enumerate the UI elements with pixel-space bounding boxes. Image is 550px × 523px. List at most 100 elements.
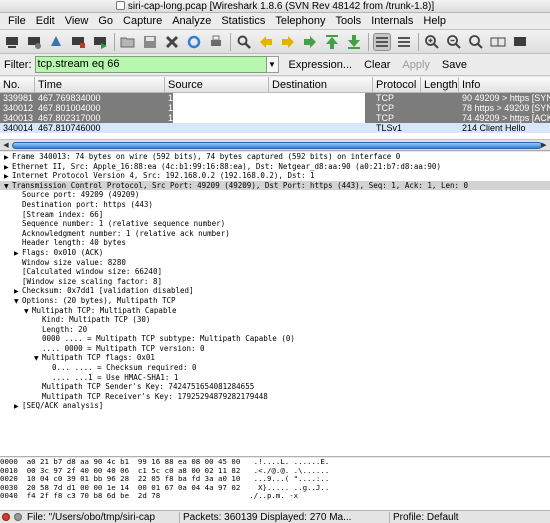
scroll-left-icon[interactable]: ◀ <box>1 141 11 150</box>
packet-row[interactable]: 340013 467.802317000 14TCP 74 49209 > https… <box>0 113 550 123</box>
display-filter-input[interactable]: tcp.stream eq 66 <box>34 56 267 73</box>
first-packet-icon[interactable] <box>323 33 341 51</box>
detail-tree-item[interactable]: .... ...1 = Use HMAC-SHA1: 1 <box>0 373 550 383</box>
detail-tree-item[interactable]: [Stream index: 66] <box>0 210 550 220</box>
detail-tree-item[interactable]: ▶ Ethernet II, Src: Apple_16:88:ea (4c:b1… <box>0 162 550 172</box>
detail-tree-item[interactable]: .... 0000 = Multipath TCP version: 0 <box>0 344 550 354</box>
save-file-icon[interactable] <box>141 33 159 51</box>
detail-tree-item[interactable]: ▶ [SEQ/ACK analysis] <box>0 401 550 411</box>
detail-tree-item[interactable]: ▼ Transmission Control Protocol, Src Port… <box>0 180 550 191</box>
menu-capture[interactable]: Capture <box>118 13 167 30</box>
restart-capture-icon[interactable] <box>91 33 109 51</box>
zoom-in-icon[interactable] <box>423 33 441 51</box>
column-header-info[interactable]: Info <box>459 77 550 92</box>
packet-list-scrollbar[interactable]: ◀ ▶ <box>0 139 550 151</box>
detail-tree-item[interactable]: Source port: 49209 (49209) <box>0 190 550 200</box>
detail-tree-item[interactable]: Header length: 40 bytes <box>0 238 550 248</box>
detail-tree-item[interactable]: ▶ Flags: 0x010 (ACK) <box>0 248 550 258</box>
collapsed-triangle-icon[interactable]: ▶ <box>4 153 12 162</box>
column-header-no[interactable]: No. <box>0 77 35 92</box>
interfaces-icon[interactable] <box>3 33 21 51</box>
detail-tree-item[interactable]: ▶ Internet Protocol Version 4, Src: 192.1… <box>0 171 550 181</box>
status-packets: Packets: 360139 Displayed: 270 Ma... <box>180 511 390 523</box>
menu-help[interactable]: Help <box>418 13 451 30</box>
last-packet-icon[interactable] <box>345 33 363 51</box>
column-header-protocol[interactable]: Protocol <box>373 77 421 92</box>
clear-button[interactable]: Clear <box>360 59 394 71</box>
collapsed-triangle-icon[interactable]: ▶ <box>4 163 12 172</box>
menu-file[interactable]: File <box>3 13 31 30</box>
menu-tools[interactable]: Tools <box>331 13 367 30</box>
detail-text: Kind: Multipath TCP (30) <box>42 315 151 325</box>
detail-tree-item[interactable]: Destination port: https (443) <box>0 200 550 210</box>
collapsed-triangle-icon[interactable]: ▶ <box>14 249 22 258</box>
capture-options-icon[interactable] <box>25 33 43 51</box>
menu-internals[interactable]: Internals <box>366 13 418 30</box>
capture-filters-icon[interactable] <box>511 33 529 51</box>
expression-button[interactable]: Expression... <box>285 59 357 71</box>
detail-tree-item[interactable]: 0... .... = Checksum required: 0 <box>0 363 550 373</box>
menu-go[interactable]: Go <box>93 13 118 30</box>
collapsed-triangle-icon[interactable]: ▶ <box>4 172 12 181</box>
save-filter-button[interactable]: Save <box>438 59 471 71</box>
scrollbar-thumb[interactable] <box>12 142 542 149</box>
packet-cell-src: 1 <box>165 93 269 103</box>
detail-tree-item[interactable]: Window size value: 8280 <box>0 258 550 268</box>
collapsed-triangle-icon[interactable]: ▶ <box>14 287 22 296</box>
packet-row[interactable]: 340014 467.810746000 TLSv1 214 Client Hello <box>0 123 550 133</box>
detail-tree-item[interactable]: ▼ Multipath TCP flags: 0x01 <box>0 353 550 363</box>
capture-comments-icon[interactable] <box>14 513 22 521</box>
expanded-triangle-icon[interactable]: ▼ <box>34 354 42 363</box>
detail-tree-item[interactable]: ▶ Checksum: 0x7dd1 [validation disabled] <box>0 286 550 296</box>
detail-tree-item[interactable]: [Calculated window size: 66240] <box>0 267 550 277</box>
detail-tree-item[interactable]: Length: 20 <box>0 325 550 335</box>
menu-analyze[interactable]: Analyze <box>167 13 216 30</box>
scroll-right-icon[interactable]: ▶ <box>539 141 549 150</box>
close-file-icon[interactable] <box>163 33 181 51</box>
column-header-destination[interactable]: Destination <box>269 77 373 92</box>
zoom-out-icon[interactable] <box>445 33 463 51</box>
menu-view[interactable]: View <box>60 13 94 30</box>
packet-cell-info: 74 49209 > https [ACK <box>462 113 550 123</box>
collapsed-triangle-icon[interactable]: ▶ <box>14 402 22 411</box>
find-packet-icon[interactable] <box>235 33 253 51</box>
go-forward-icon[interactable] <box>279 33 297 51</box>
menu-edit[interactable]: Edit <box>31 13 60 30</box>
detail-tree-item[interactable]: Multipath TCP Receiver's Key: 1792529487… <box>0 392 550 402</box>
detail-tree-item[interactable]: Multipath TCP Sender's Key: 742475165408… <box>0 382 550 392</box>
packet-row[interactable]: 339981 467.769834000 14TCP 90 49209 > https… <box>0 93 550 103</box>
column-header-time[interactable]: Time <box>35 77 165 92</box>
go-back-icon[interactable] <box>257 33 275 51</box>
detail-tree-item[interactable]: ▼ Options: (20 bytes), Multipath TCP <box>0 296 550 306</box>
reload-icon[interactable] <box>185 33 203 51</box>
detail-tree-item[interactable]: Sequence number: 1 (relative sequence nu… <box>0 219 550 229</box>
go-to-packet-icon[interactable] <box>301 33 319 51</box>
detail-tree-item[interactable]: [Window size scaling factor: 8] <box>0 277 550 287</box>
detail-tree-item[interactable]: ▶ Frame 340013: 74 bytes on wire (592 bit… <box>0 152 550 162</box>
expanded-triangle-icon[interactable]: ▼ <box>14 297 22 306</box>
apply-button[interactable]: Apply <box>398 59 434 71</box>
detail-tree-item[interactable]: 0000 .... = Multipath TCP subtype: Multi… <box>0 334 550 344</box>
open-file-icon[interactable] <box>119 33 137 51</box>
menu-telephony[interactable]: Telephony <box>270 13 330 30</box>
print-icon[interactable] <box>207 33 225 51</box>
colorize-icon[interactable] <box>373 32 391 51</box>
status-profile[interactable]: Profile: Default <box>390 512 462 523</box>
column-header-source[interactable]: Source <box>165 77 269 92</box>
stop-capture-icon[interactable] <box>69 33 87 51</box>
auto-scroll-icon[interactable] <box>395 33 413 51</box>
menu-statistics[interactable]: Statistics <box>216 13 270 30</box>
column-header-length[interactable]: Length <box>421 77 459 92</box>
start-capture-icon[interactable] <box>47 33 65 51</box>
detail-text: [Stream index: 66] <box>22 209 104 219</box>
packet-row[interactable]: 340012 467.801004000 14TCP 78 https > 49209… <box>0 103 550 113</box>
expert-info-icon[interactable] <box>2 513 10 521</box>
filter-history-dropdown[interactable]: ▼ <box>266 56 279 73</box>
expanded-triangle-icon[interactable]: ▼ <box>4 182 12 191</box>
detail-tree-item[interactable]: Acknowledgment number: 1 (relative ack n… <box>0 229 550 239</box>
normal-size-icon[interactable] <box>467 33 485 51</box>
detail-tree-item[interactable]: ▼ Multipath TCP: Multipath Capable <box>0 306 550 316</box>
detail-tree-item[interactable]: Kind: Multipath TCP (30) <box>0 315 550 325</box>
resize-columns-icon[interactable] <box>489 33 507 51</box>
expanded-triangle-icon[interactable]: ▼ <box>24 307 32 316</box>
